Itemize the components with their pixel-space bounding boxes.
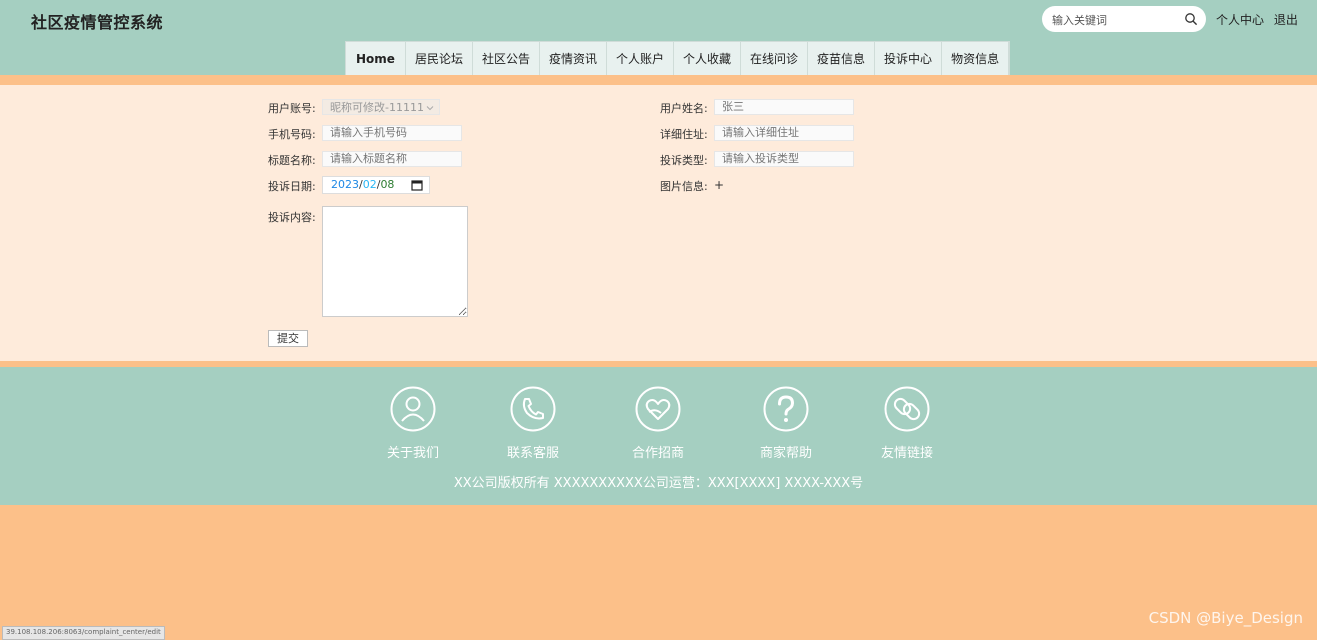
date-month: 02 bbox=[362, 178, 377, 191]
image-label: 图片信息: bbox=[660, 180, 708, 193]
phone-icon bbox=[510, 386, 556, 432]
content-label: 投诉内容: bbox=[268, 211, 316, 224]
content-textarea[interactable] bbox=[322, 206, 468, 317]
copyright-text: XX公司版权所有 XXXXXXXXXX公司运营：XXX[XXXX] XXXX-X… bbox=[453, 476, 864, 491]
complaint-form: 用户账号: 昵称可修改-11111 用户姓名: 手机号码: 详细住址: 标题名称… bbox=[0, 85, 1317, 361]
link-icon bbox=[884, 386, 930, 432]
date-label: 投诉日期: bbox=[268, 180, 316, 193]
main-nav: Home 居民论坛 社区公告 疫情资讯 个人账户 个人收藏 在线问诊 疫苗信息 … bbox=[345, 41, 1011, 76]
nav-item-vaccine[interactable]: 疫苗信息 bbox=[808, 42, 876, 76]
name-label: 用户姓名: bbox=[660, 102, 708, 115]
date-year: 2023 bbox=[331, 178, 359, 191]
top-links: 个人中心 退出 bbox=[1216, 11, 1304, 28]
phone-label: 手机号码: bbox=[268, 128, 316, 141]
chevron-down-icon bbox=[426, 106, 434, 111]
search-box bbox=[1042, 6, 1206, 32]
phone-field[interactable] bbox=[322, 125, 462, 141]
footer-label-help: 商家帮助 bbox=[759, 446, 812, 461]
nav-item-consultation[interactable]: 在线问诊 bbox=[741, 42, 809, 76]
header: 社区疫情管控系统 个人中心 退出 Home 居民论坛 社区公告 疫情资讯 个人账… bbox=[0, 0, 1317, 76]
footer-label-about: 关于我们 bbox=[386, 446, 439, 461]
nav-item-supplies[interactable]: 物资信息 bbox=[942, 42, 1010, 76]
logout-link[interactable]: 退出 bbox=[1274, 13, 1298, 27]
footer-item-help[interactable]: 商家帮助 bbox=[736, 386, 836, 461]
nav-item-forum[interactable]: 居民论坛 bbox=[406, 42, 473, 76]
account-select[interactable]: 昵称可修改-11111 bbox=[322, 99, 440, 115]
footer-item-links[interactable]: 友情链接 bbox=[857, 386, 957, 461]
site-title: 社区疫情管控系统 bbox=[31, 13, 164, 32]
user-center-link[interactable]: 个人中心 bbox=[1216, 13, 1264, 27]
footer: 关于我们 联系客服 合作招商 商家帮助 友情链接 XX公司版权所有 XXXXXX… bbox=[0, 367, 1317, 505]
nav-item-home[interactable]: Home bbox=[346, 42, 406, 76]
footer-label-cooperation: 合作招商 bbox=[631, 446, 684, 461]
nav-item-announcement[interactable]: 社区公告 bbox=[473, 42, 540, 76]
nav-item-favorites[interactable]: 个人收藏 bbox=[674, 42, 742, 76]
search-icon[interactable] bbox=[1184, 12, 1198, 26]
date-day: 08 bbox=[380, 178, 395, 191]
footer-item-service[interactable]: 联系客服 bbox=[483, 386, 583, 461]
footer-item-cooperation[interactable]: 合作招商 bbox=[608, 386, 708, 461]
watermark: CSDN @Biye_Design bbox=[1148, 609, 1303, 627]
footer-item-about[interactable]: 关于我们 bbox=[363, 386, 463, 461]
account-value: 昵称可修改-11111 bbox=[330, 101, 424, 114]
question-icon bbox=[763, 386, 809, 432]
date-field[interactable]: 2023/02/08 bbox=[322, 176, 430, 194]
calendar-icon[interactable] bbox=[411, 179, 423, 191]
type-label: 投诉类型: bbox=[660, 154, 708, 167]
name-field[interactable] bbox=[714, 99, 854, 115]
address-label: 详细住址: bbox=[660, 128, 708, 141]
type-field[interactable] bbox=[714, 151, 854, 167]
account-label: 用户账号: bbox=[268, 102, 316, 115]
submit-button[interactable]: 提交 bbox=[268, 330, 308, 347]
footer-label-links: 友情链接 bbox=[880, 446, 933, 461]
title-field[interactable] bbox=[322, 151, 462, 167]
divider-top bbox=[0, 75, 1317, 85]
address-field[interactable] bbox=[714, 125, 854, 141]
title-label: 标题名称: bbox=[268, 154, 316, 167]
user-icon bbox=[390, 386, 436, 432]
nav-item-complaint[interactable]: 投诉中心 bbox=[875, 42, 943, 76]
image-upload-button[interactable]: + bbox=[714, 178, 724, 192]
nav-item-account[interactable]: 个人账户 bbox=[607, 42, 674, 76]
heart-icon bbox=[635, 386, 681, 432]
footer-label-service: 联系客服 bbox=[506, 446, 559, 461]
search-input[interactable] bbox=[1050, 10, 1184, 30]
page-bottom bbox=[0, 505, 1317, 638]
nav-item-news[interactable]: 疫情资讯 bbox=[540, 42, 607, 76]
